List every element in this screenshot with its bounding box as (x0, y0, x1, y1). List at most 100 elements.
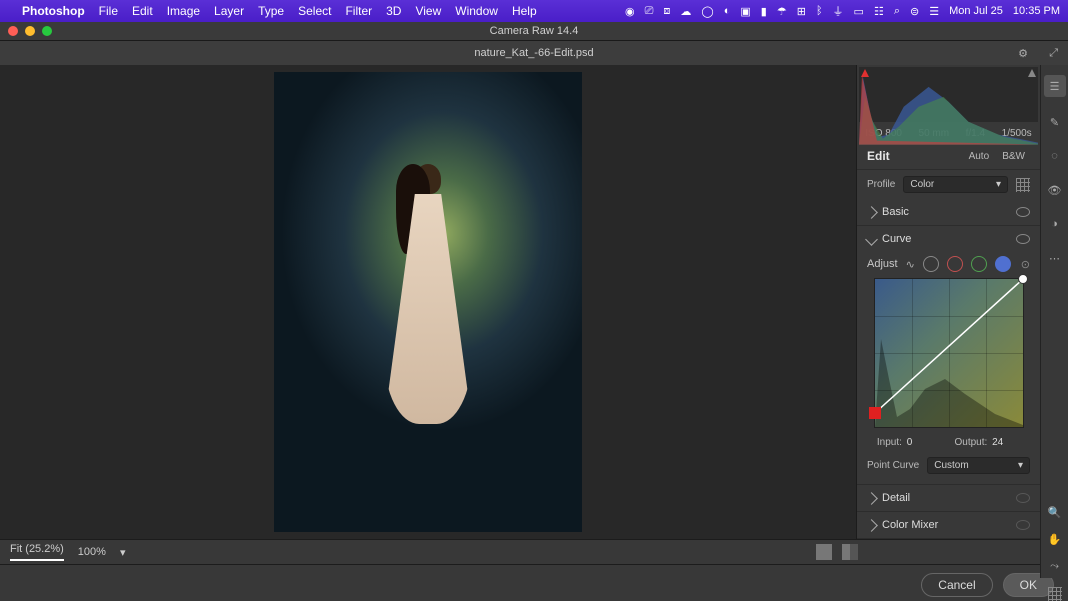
parametric-curve-icon[interactable]: ∿ (906, 258, 915, 271)
curve-toggle[interactable]: Curve (857, 226, 1040, 252)
control-center-icon[interactable]: ☰ (929, 5, 939, 18)
calendar-icon[interactable]: ☷ (874, 5, 884, 18)
zoom-tool-icon[interactable]: 🔍 (1046, 506, 1064, 519)
menu-layer[interactable]: Layer (214, 4, 244, 18)
zoom-100[interactable]: 100% (78, 546, 106, 558)
eye-tool-icon[interactable]: 👁 (1046, 181, 1064, 199)
settings-gear-icon[interactable]: ⚙ (1018, 47, 1028, 60)
file-bar: nature_Kat_-66-Edit.psd ⚙ ⤢ (0, 41, 1068, 65)
edit-header: Edit Auto B&W (857, 143, 1040, 170)
point-curve-select[interactable]: Custom▾ (927, 457, 1030, 474)
dropbox-icon[interactable]: ⧈ (663, 5, 670, 18)
app-name[interactable]: Photoshop (22, 4, 85, 18)
presets-icon[interactable]: ⤳ (1046, 560, 1064, 573)
zoom-fit[interactable]: Fit (25.2%) (10, 543, 64, 561)
edit-tool-icon[interactable]: ☰ (1044, 75, 1066, 97)
output-label: Output: (955, 437, 988, 448)
curve-point-black[interactable] (869, 407, 881, 419)
window-title: Camera Raw 14.4 (490, 25, 579, 37)
profile-row: Profile Color▾ (857, 170, 1040, 199)
chevron-right-icon (865, 492, 878, 505)
battery-icon[interactable]: ▭ (854, 5, 864, 18)
filmstrip-grid-icon[interactable] (1046, 587, 1064, 601)
canvas-area[interactable] (0, 65, 856, 539)
minimize-window-button[interactable] (25, 26, 35, 36)
redeye-tool-icon[interactable]: ⋯ (1046, 249, 1064, 267)
fullscreen-toggle-icon[interactable]: ⤢ (1049, 47, 1058, 60)
output-field[interactable] (990, 436, 1020, 449)
blue-channel-button[interactable] (995, 256, 1011, 272)
menu-select[interactable]: Select (298, 4, 331, 18)
basic-toggle[interactable]: Basic (857, 199, 1040, 225)
menubar-date[interactable]: Mon Jul 25 (949, 5, 1003, 17)
screen-icon[interactable]: ▣ (740, 5, 750, 18)
rgb-channel-button[interactable] (923, 256, 939, 272)
green-channel-button[interactable] (971, 256, 987, 272)
profile-label: Profile (867, 179, 895, 190)
section-basic: Basic (857, 199, 1040, 226)
camera-icon[interactable]: ⎚ (645, 5, 654, 18)
grid-icon[interactable]: ⊞ (797, 5, 806, 18)
menu-filter[interactable]: Filter (345, 4, 372, 18)
single-view-button[interactable] (816, 544, 832, 560)
chevron-right-icon (865, 519, 878, 532)
close-window-button[interactable] (8, 26, 18, 36)
chevron-down-icon: ▾ (996, 179, 1001, 190)
section-color-mixer: Color Mixer (857, 512, 1040, 539)
point-curve-label: Point Curve (867, 460, 919, 471)
crop-tool-icon[interactable]: ✎ (1046, 113, 1064, 131)
search-icon[interactable]: ⌕ (894, 5, 900, 18)
detail-toggle[interactable]: Detail (857, 485, 1040, 511)
red-channel-button[interactable] (947, 256, 963, 272)
input-label: Input: (877, 437, 902, 448)
menu-view[interactable]: View (415, 4, 441, 18)
cancel-button[interactable]: Cancel (921, 573, 992, 597)
cc-icon[interactable]: ◐ (724, 5, 731, 17)
umbrella-icon[interactable]: ☂ (777, 5, 787, 18)
hand-tool-icon[interactable]: ✋ (1046, 533, 1064, 546)
menubar-time[interactable]: 10:35 PM (1013, 5, 1060, 17)
tool-strip: ☰ ✎ ◌ 👁 ◑ ⋯ (1040, 65, 1068, 539)
wifi-icon[interactable]: ⏚ (833, 3, 844, 19)
fullscreen-window-button[interactable] (42, 26, 52, 36)
menu-image[interactable]: Image (167, 4, 200, 18)
zoom-dropdown-icon[interactable]: ▾ (120, 546, 126, 559)
toggle-icon[interactable]: ⊜ (910, 5, 919, 18)
bottom-tool-strip: 🔍 ✋ ⤳ (1040, 498, 1068, 578)
circle-icon[interactable]: ◯ (701, 5, 713, 18)
section-detail: Detail (857, 485, 1040, 512)
curve-point-white[interactable] (1018, 274, 1028, 284)
spot-heal-tool-icon[interactable]: ◌ (1046, 147, 1064, 165)
visibility-eye-icon[interactable] (1016, 207, 1030, 217)
status-bar: Fit (25.2%) 100% ▾ (0, 539, 1068, 564)
bookmark-icon[interactable]: ▮ (761, 5, 767, 18)
curve-editor[interactable] (874, 278, 1024, 428)
chevron-down-icon: ▾ (1018, 460, 1023, 471)
targeted-adjust-icon[interactable]: ⊙ (1021, 258, 1030, 271)
auto-button[interactable]: Auto (964, 149, 995, 164)
menu-type[interactable]: Type (258, 4, 284, 18)
menu-edit[interactable]: Edit (132, 4, 153, 18)
window-titlebar: Camera Raw 14.4 (0, 22, 1068, 41)
menu-3d[interactable]: 3D (386, 4, 401, 18)
cloud-icon[interactable]: ☁ (680, 5, 691, 18)
menu-help[interactable]: Help (512, 4, 537, 18)
color-mixer-toggle[interactable]: Color Mixer (857, 512, 1040, 538)
adjust-label: Adjust (867, 258, 898, 270)
visibility-eye-icon[interactable] (1016, 520, 1030, 530)
visibility-eye-icon[interactable] (1016, 234, 1030, 244)
profile-select[interactable]: Color▾ (903, 176, 1008, 193)
record-icon[interactable]: ◉ (625, 5, 635, 18)
chevron-down-icon (865, 233, 878, 246)
input-field[interactable] (905, 436, 935, 449)
profile-browser-icon[interactable] (1016, 178, 1030, 192)
visibility-eye-icon[interactable] (1016, 493, 1030, 503)
histogram[interactable] (859, 67, 1038, 122)
before-after-view-button[interactable] (842, 544, 858, 560)
bw-button[interactable]: B&W (997, 149, 1030, 164)
bluetooth-icon[interactable]: ᛒ (816, 5, 823, 17)
mask-tool-icon[interactable]: ◑ (1046, 215, 1064, 233)
menu-file[interactable]: File (99, 4, 118, 18)
menu-window[interactable]: Window (455, 4, 498, 18)
photo-preview (274, 72, 582, 532)
